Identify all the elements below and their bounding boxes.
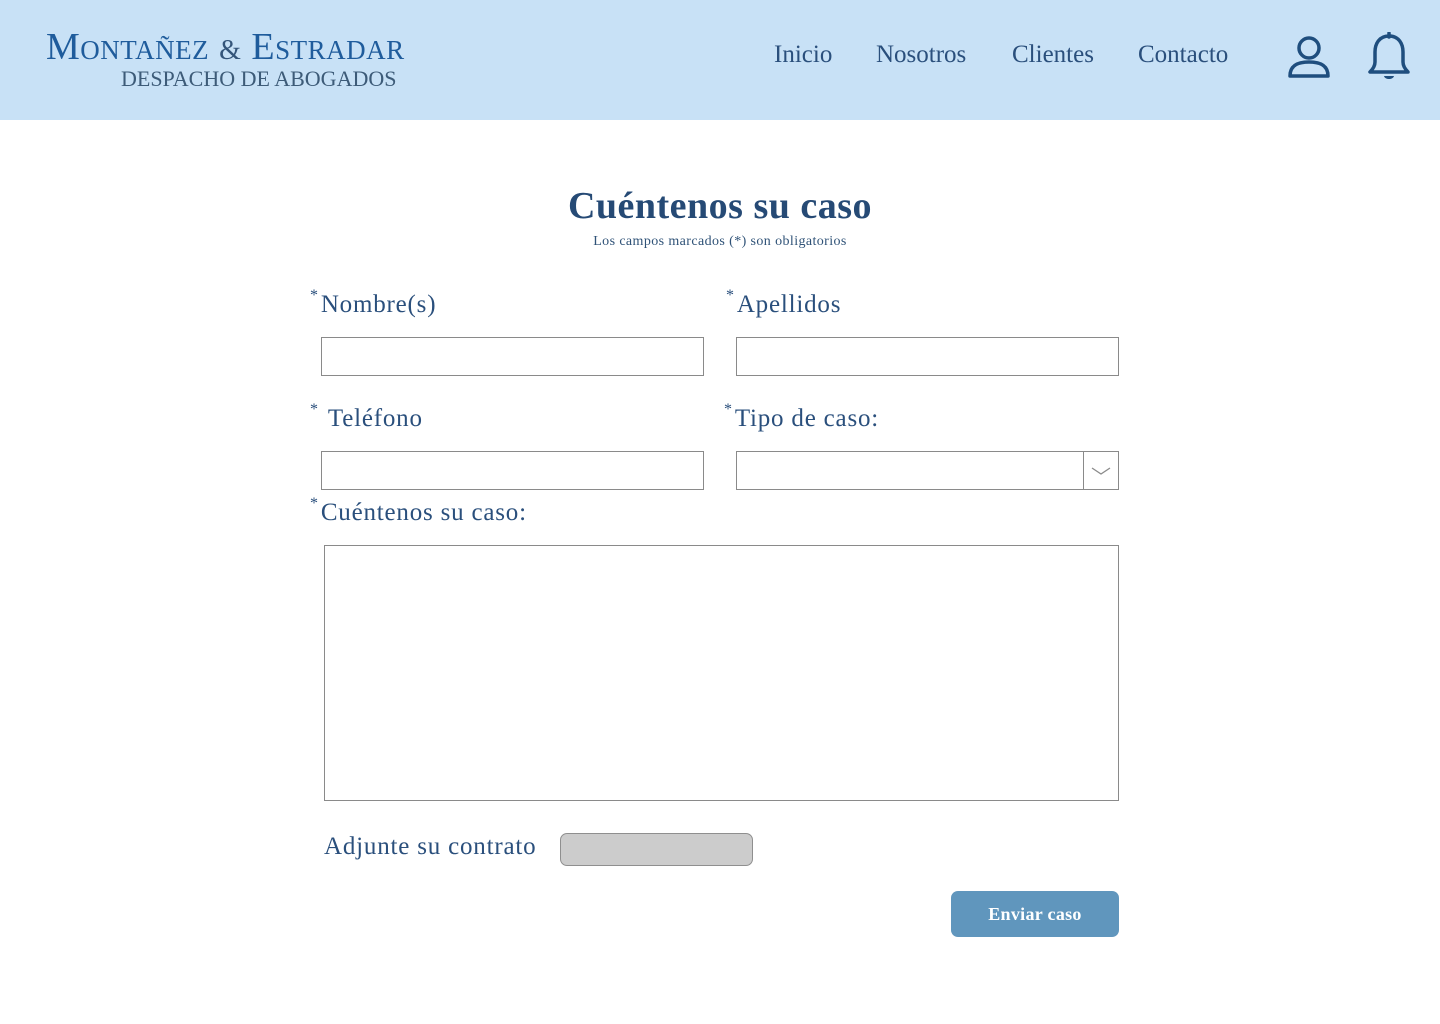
tipo-caso-select[interactable]	[736, 451, 1119, 490]
nombre-input[interactable]	[321, 337, 704, 376]
notifications-button[interactable]	[1365, 31, 1413, 83]
attach-contract-label: Adjunte su contrato	[324, 833, 537, 860]
caso-textarea[interactable]	[324, 545, 1119, 801]
page-title: Cuéntenos su caso	[567, 185, 873, 227]
user-icon	[1288, 36, 1330, 78]
nav-link-nosotros[interactable]: Nosotros	[876, 40, 966, 70]
bell-icon	[1368, 32, 1410, 79]
nav-link-inicio[interactable]: Inicio	[774, 40, 832, 70]
required-mark: *	[724, 401, 733, 418]
apellidos-label-text: Apellidos	[736, 291, 842, 318]
dropdown-toggle[interactable]	[1083, 452, 1118, 489]
caso-label: *Cuéntenos su caso:	[310, 495, 527, 528]
nav-link-clientes[interactable]: Clientes	[1012, 40, 1094, 70]
chevron-down-icon	[1091, 466, 1111, 475]
brand-subtitle: DESPACHO DE ABOGADOS	[121, 66, 397, 91]
brand-name-second: Estradar	[251, 26, 405, 68]
submit-case-button[interactable]: Enviar caso	[951, 891, 1119, 937]
nombre-label-text: Nombre(s)	[320, 291, 437, 318]
brand-name-first: Montañez	[46, 26, 210, 68]
caso-label-text: Cuéntenos su caso:	[320, 499, 527, 526]
telefono-input[interactable]	[321, 451, 704, 490]
telefono-label-text: Teléfono	[327, 405, 423, 432]
brand-ampersand: &	[219, 35, 242, 66]
required-mark: *	[310, 287, 319, 304]
required-fields-note: Los campos marcados (*) son obligatorios	[593, 234, 847, 249]
tipo-caso-label: *Tipo de caso:	[724, 401, 880, 434]
apellidos-label: *Apellidos	[726, 287, 842, 320]
required-mark: *	[310, 401, 319, 418]
brand-logo[interactable]: Montañez & Estradar	[46, 28, 405, 66]
telefono-label: * Teléfono	[310, 401, 423, 434]
required-mark: *	[726, 287, 735, 304]
tipo-caso-label-text: Tipo de caso:	[734, 405, 880, 432]
nombre-label: *Nombre(s)	[310, 287, 437, 320]
tipo-caso-selected-value	[745, 452, 1078, 489]
nav-link-contacto[interactable]: Contacto	[1138, 40, 1228, 70]
user-account-button[interactable]	[1285, 31, 1333, 83]
required-mark: *	[310, 495, 319, 512]
apellidos-input[interactable]	[736, 337, 1119, 376]
file-upload-button[interactable]	[560, 833, 753, 866]
site-header: Montañez & Estradar DESPACHO DE ABOGADOS…	[0, 0, 1440, 120]
